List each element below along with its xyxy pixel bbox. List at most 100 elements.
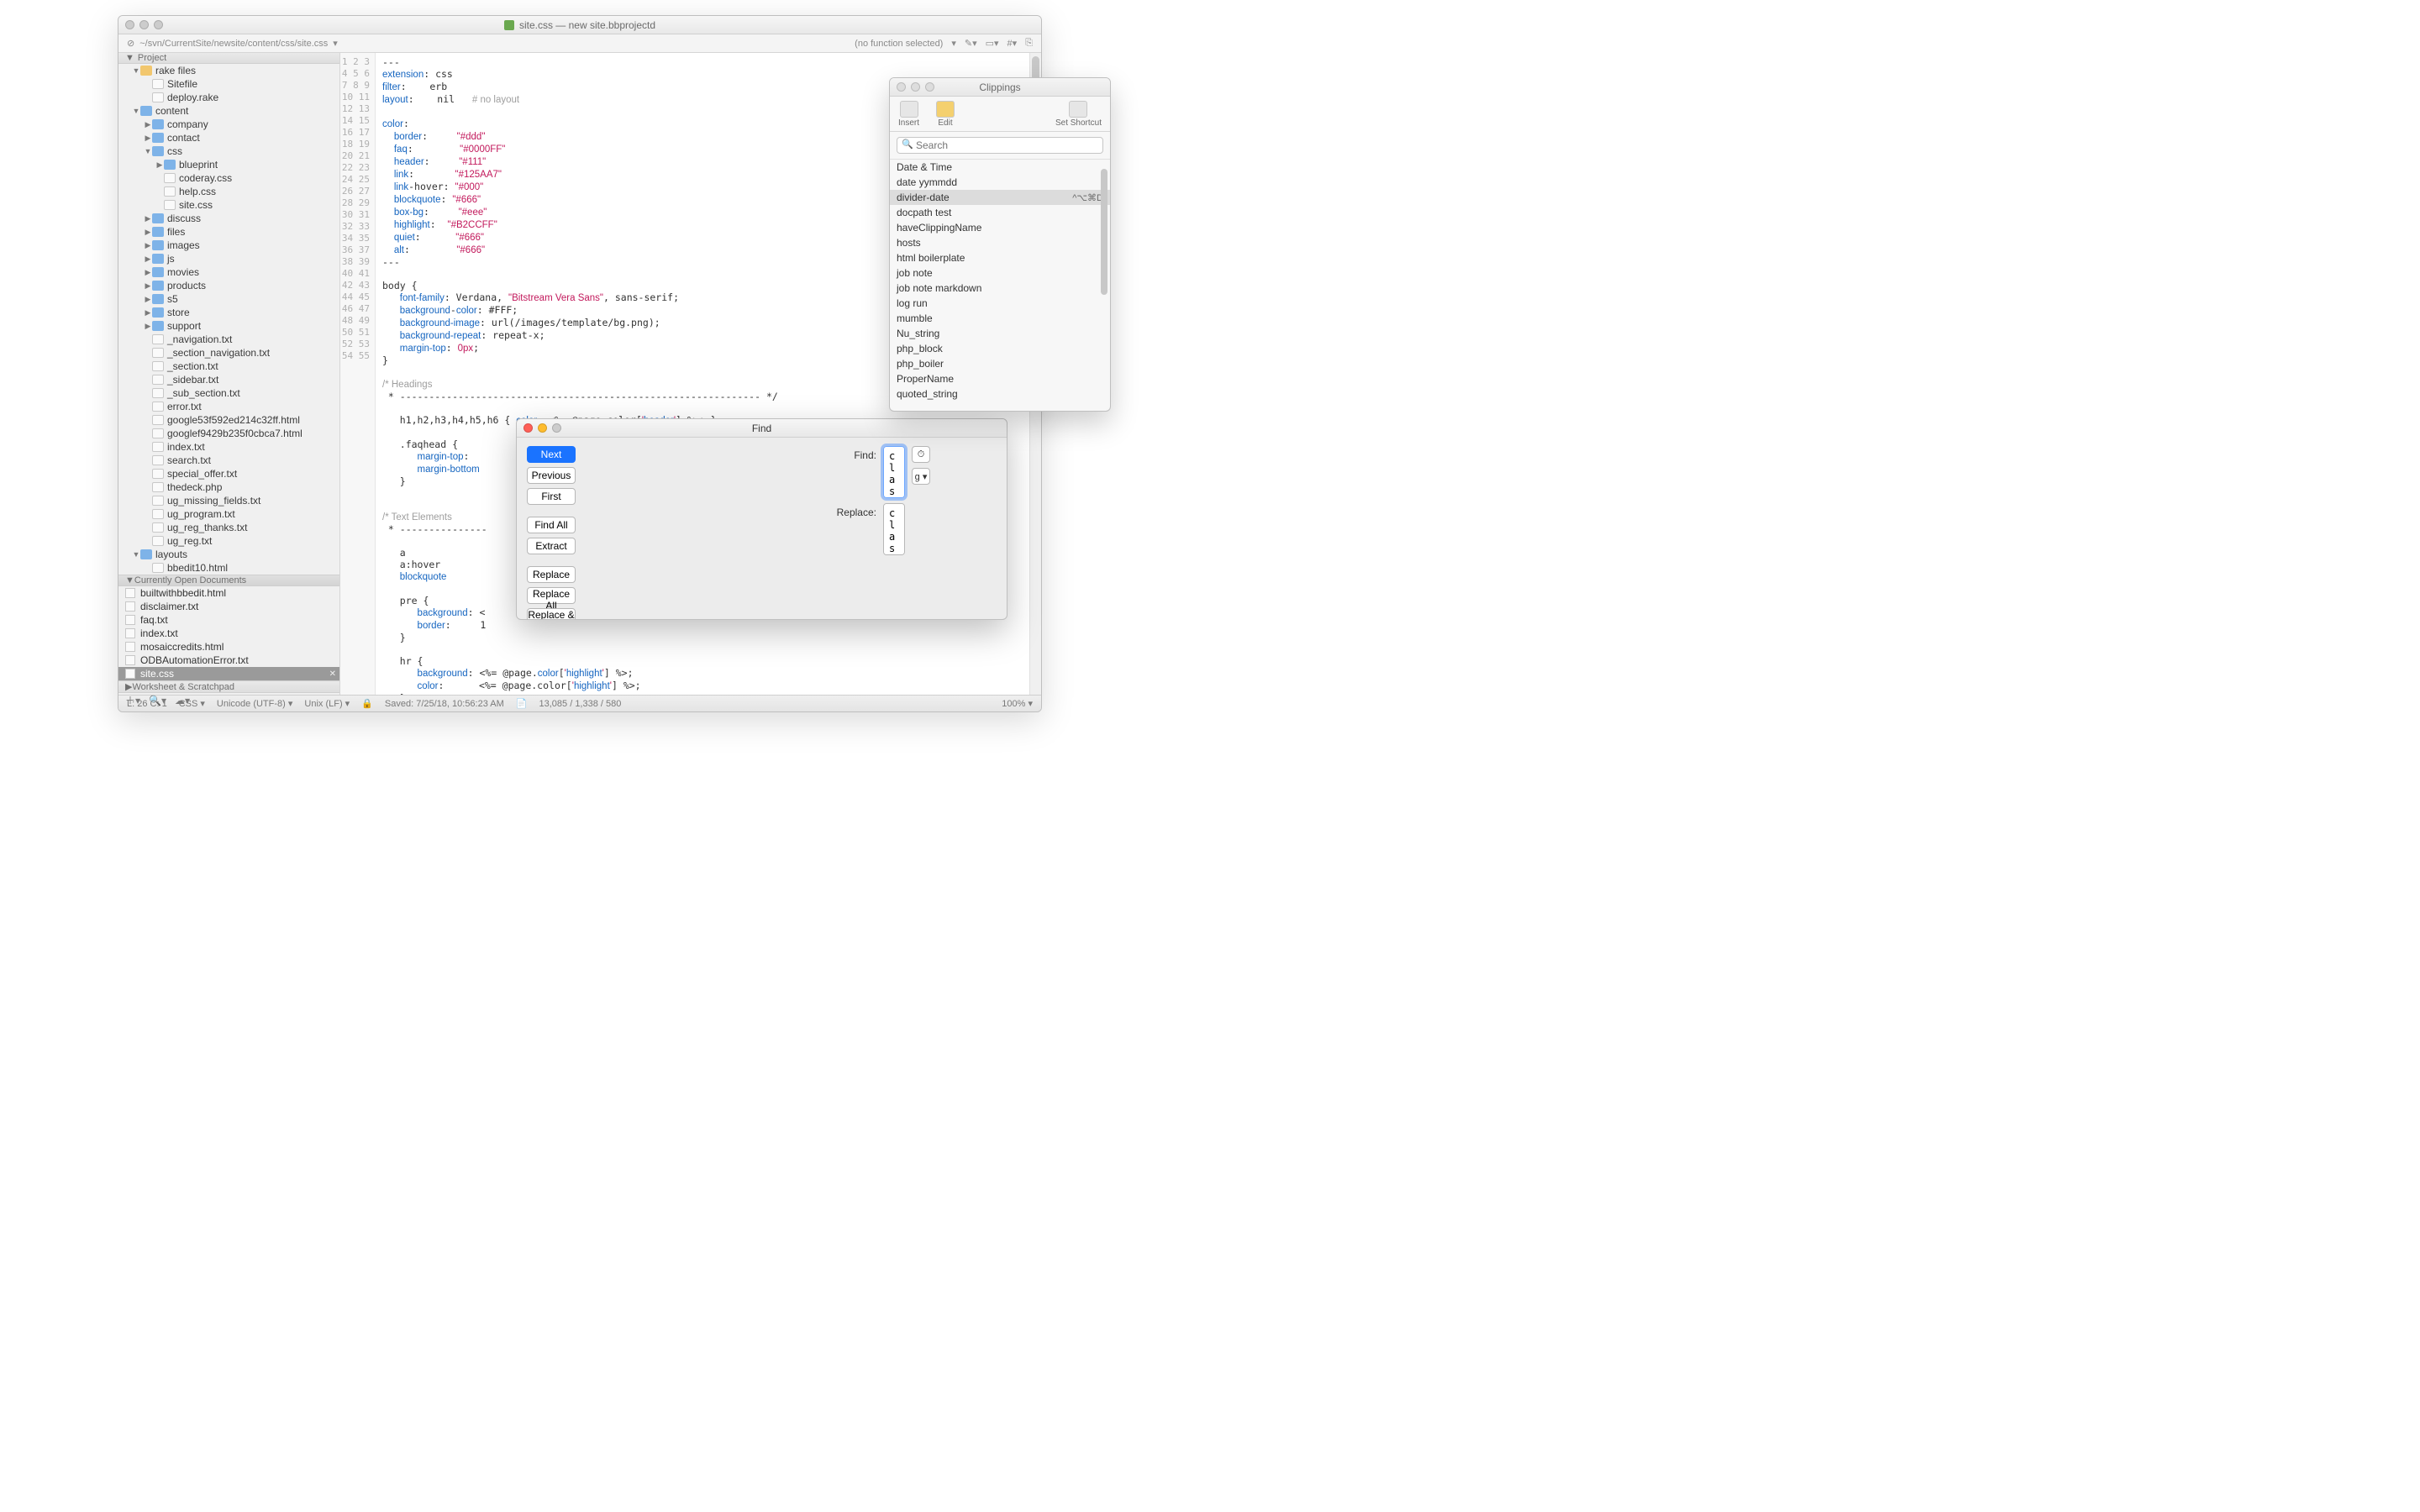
clipping-item[interactable]: hosts — [890, 235, 1110, 250]
tree-item[interactable]: coderay.css — [118, 171, 339, 185]
extract-button[interactable]: Extract — [527, 538, 576, 554]
tree-item[interactable]: index.txt — [118, 440, 339, 454]
tree-item[interactable]: ▼css — [118, 144, 339, 158]
tree-item[interactable]: ▶files — [118, 225, 339, 239]
tree-item[interactable]: ▶js — [118, 252, 339, 265]
tree-item[interactable]: ▶discuss — [118, 212, 339, 225]
tree-item[interactable]: ▶blueprint — [118, 158, 339, 171]
clippings-scrollbar[interactable] — [1098, 160, 1110, 411]
clipping-item[interactable]: job note — [890, 265, 1110, 281]
lang-popup[interactable]: CSS ▾ — [179, 698, 205, 709]
clippings-traffic-lights[interactable] — [897, 82, 934, 92]
find-all-button[interactable]: Find All — [527, 517, 576, 533]
tree-item[interactable]: ▶support — [118, 319, 339, 333]
worksheet-header[interactable]: ▶ Worksheet & Scratchpad — [118, 680, 339, 692]
window-icon[interactable]: ▭▾ — [986, 38, 999, 49]
clippings-list[interactable]: Date & Timedate yymmdddivider-date^⌥⌘Ddo… — [890, 160, 1110, 411]
clipping-item[interactable]: Nu_string — [890, 326, 1110, 341]
tree-item[interactable]: _sidebar.txt — [118, 373, 339, 386]
previous-button[interactable]: Previous — [527, 467, 576, 484]
tree-item[interactable]: ▶contact — [118, 131, 339, 144]
clipping-item[interactable]: divider-date^⌥⌘D — [890, 190, 1110, 205]
first-button[interactable]: First — [527, 488, 576, 505]
clipping-item[interactable]: quoted_string — [890, 386, 1110, 402]
clipping-item[interactable]: date yymmdd — [890, 175, 1110, 190]
tree-item[interactable]: _navigation.txt — [118, 333, 339, 346]
clipping-item[interactable]: php_block — [890, 341, 1110, 356]
project-tree[interactable]: ▼rake filesSitefiledeploy.rake▼content▶c… — [118, 64, 339, 575]
next-button[interactable]: Next — [527, 446, 576, 463]
open-doc-item[interactable]: site.css✕ — [118, 667, 339, 680]
tree-item[interactable]: ug_reg_thanks.txt — [118, 521, 339, 534]
tree-item[interactable]: google53f592ed214c32ff.html — [118, 413, 339, 427]
tree-item[interactable]: help.css — [118, 185, 339, 198]
pencil-icon[interactable]: ✎▾ — [965, 38, 977, 49]
clipping-item[interactable]: html boilerplate — [890, 250, 1110, 265]
open-doc-item[interactable]: ODBAutomationError.txt✕ — [118, 654, 339, 667]
tree-item[interactable]: ug_reg.txt — [118, 534, 339, 548]
find-input[interactable] — [883, 446, 905, 498]
doc-path: ~/svn/CurrentSite/newsite/content/css/si… — [139, 39, 328, 49]
replace-button[interactable]: Replace — [527, 566, 576, 583]
tree-item[interactable]: ▶s5 — [118, 292, 339, 306]
tree-item[interactable]: deploy.rake — [118, 91, 339, 104]
tree-item[interactable]: ug_program.txt — [118, 507, 339, 521]
replace-input[interactable] — [883, 503, 905, 555]
insert-button[interactable]: Insert — [898, 101, 919, 128]
find-traffic-lights[interactable] — [523, 423, 561, 433]
tree-item[interactable]: ▼layouts — [118, 548, 339, 561]
tree-item[interactable]: _section_navigation.txt — [118, 346, 339, 360]
traffic-lights[interactable] — [125, 20, 163, 29]
open-docs-list[interactable]: builtwithbbedit.html✕disclaimer.txt✕faq.… — [118, 586, 339, 680]
tree-item[interactable]: thedeck.php — [118, 480, 339, 494]
open-docs-header[interactable]: ▼ Currently Open Documents — [118, 575, 339, 586]
grep-toggle-icon[interactable]: g ▾ — [912, 468, 930, 485]
encoding-popup[interactable]: Unicode (UTF-8) ▾ — [217, 698, 292, 709]
history-icon[interactable]: ⏱ — [912, 446, 930, 463]
tree-item[interactable]: ug_missing_fields.txt — [118, 494, 339, 507]
tree-item[interactable]: ▶products — [118, 279, 339, 292]
zoom-popup[interactable]: 100% ▾ — [1002, 698, 1033, 709]
clipping-item[interactable]: haveClippingName — [890, 220, 1110, 235]
clipping-item[interactable]: ProperName — [890, 371, 1110, 386]
tree-item[interactable]: ▶images — [118, 239, 339, 252]
open-doc-item[interactable]: index.txt✕ — [118, 627, 339, 640]
lineend-popup[interactable]: Unix (LF) ▾ — [304, 698, 350, 709]
set-shortcut-button[interactable]: Set Shortcut — [1055, 101, 1102, 128]
tree-item[interactable]: bbedit10.html — [118, 561, 339, 575]
tree-item[interactable]: ▼rake files — [118, 64, 339, 77]
edit-button[interactable]: Edit — [936, 101, 955, 128]
open-doc-item[interactable]: builtwithbbedit.html✕ — [118, 586, 339, 600]
hash-icon[interactable]: #▾ — [1007, 38, 1018, 49]
clipping-item[interactable]: log run — [890, 296, 1110, 311]
clipping-item[interactable]: php_boiler — [890, 356, 1110, 371]
cursor-pos: L: 26 C: 1 — [127, 699, 167, 709]
tree-item[interactable]: googlef9429b235f0cbca7.html — [118, 427, 339, 440]
open-doc-item[interactable]: faq.txt✕ — [118, 613, 339, 627]
clippings-search-input[interactable] — [897, 137, 1103, 154]
tree-item[interactable]: Sitefile — [118, 77, 339, 91]
lock-icon[interactable]: 🔒 — [361, 698, 373, 709]
tree-item[interactable]: site.css — [118, 198, 339, 212]
project-header[interactable]: ▼ Project — [118, 53, 339, 64]
tree-item[interactable]: ▶movies — [118, 265, 339, 279]
nav-back-icon[interactable]: ⊘ — [127, 38, 134, 49]
tree-item[interactable]: ▶store — [118, 306, 339, 319]
tree-item[interactable]: ▼content — [118, 104, 339, 118]
tree-item[interactable]: error.txt — [118, 400, 339, 413]
replace-find-button[interactable]: Replace & Find — [527, 608, 576, 620]
clipping-item[interactable]: job note markdown — [890, 281, 1110, 296]
tree-item[interactable]: _section.txt — [118, 360, 339, 373]
counterpart-icon[interactable]: ⎘ — [1025, 38, 1033, 49]
replace-all-button[interactable]: Replace All — [527, 587, 576, 604]
tree-item[interactable]: ▶company — [118, 118, 339, 131]
open-doc-item[interactable]: mosaiccredits.html✕ — [118, 640, 339, 654]
tree-item[interactable]: search.txt — [118, 454, 339, 467]
clipping-item[interactable]: Date & Time — [890, 160, 1110, 175]
open-doc-item[interactable]: disclaimer.txt✕ — [118, 600, 339, 613]
function-popup[interactable]: (no function selected) — [855, 39, 943, 49]
tree-item[interactable]: special_offer.txt — [118, 467, 339, 480]
clipping-item[interactable]: mumble — [890, 311, 1110, 326]
clipping-item[interactable]: docpath test — [890, 205, 1110, 220]
tree-item[interactable]: _sub_section.txt — [118, 386, 339, 400]
